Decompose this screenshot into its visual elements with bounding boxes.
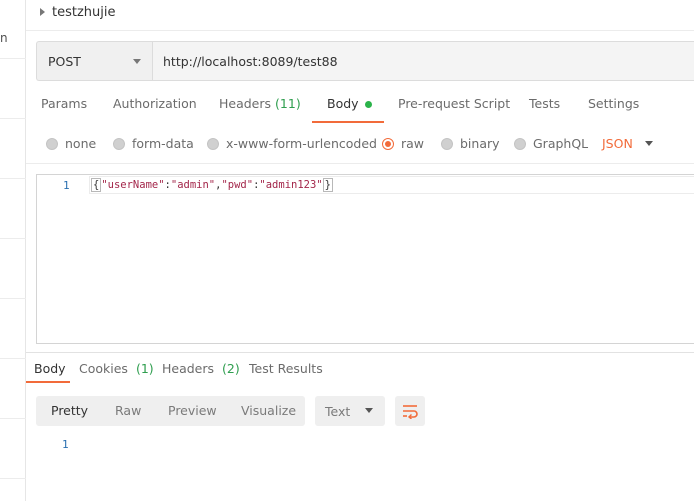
radio-label: binary — [460, 136, 500, 151]
response-format-select[interactable]: Text — [315, 396, 385, 426]
active-tab-indicator — [312, 121, 384, 123]
radio-icon — [514, 137, 526, 150]
response-view-toolbar: Pretty Raw Preview Visualize Text — [36, 396, 425, 426]
view-raw-button[interactable]: Raw — [115, 403, 141, 418]
sidebar-divider — [0, 178, 26, 179]
radio-label: x-www-form-urlencoded — [226, 136, 377, 151]
response-line-number: 1 — [62, 438, 69, 451]
tab-label: Pre-request Script — [398, 96, 511, 111]
tab-count: (11) — [275, 96, 301, 111]
radio-label: none — [65, 136, 97, 151]
tab-cookies[interactable]: Cookies (1) — [79, 361, 154, 376]
line-number: 1 — [63, 179, 70, 192]
radio-form-data[interactable]: form-data — [113, 136, 194, 151]
view-visualize-button[interactable]: Visualize — [241, 403, 296, 418]
tab-pre-request-script[interactable]: Pre-request Script — [398, 96, 510, 122]
json-key: "pwd" — [221, 179, 254, 191]
radio-label: form-data — [132, 136, 194, 151]
tab-authorization[interactable]: Authorization — [113, 96, 197, 122]
method-label: POST — [48, 53, 81, 69]
tab-label: Test Results — [249, 361, 323, 376]
request-tabs: Params Authorization Headers (11) Body P… — [26, 96, 694, 122]
tab-label: Body — [327, 96, 359, 111]
radio-label: raw — [401, 136, 425, 151]
tab-label: Headers — [219, 96, 272, 111]
sidebar-divider — [0, 298, 26, 299]
json-value: "admin123" — [259, 179, 323, 191]
radio-none[interactable]: none — [46, 136, 96, 151]
active-tab-indicator — [26, 381, 70, 383]
url-input[interactable]: http://localhost:8089/test88 — [152, 41, 694, 81]
tab-response-body[interactable]: Body — [34, 361, 66, 376]
sidebar-divider — [0, 238, 26, 239]
tab-label: Body — [34, 361, 66, 376]
view-pretty-button[interactable]: Pretty — [51, 403, 88, 418]
response-format-label: Text — [325, 403, 351, 419]
tab-label: Cookies — [79, 361, 128, 376]
radio-label: GraphQL — [533, 136, 589, 151]
body-format-select[interactable]: JSON — [602, 136, 653, 151]
tab-label: Settings — [588, 96, 640, 111]
sidebar-divider — [0, 478, 26, 479]
sidebar-divider — [0, 58, 26, 59]
wrap-lines-icon — [403, 405, 418, 419]
sidebar-item-label[interactable]: n — [0, 31, 8, 45]
json-brace: } — [322, 178, 333, 192]
radio-raw[interactable]: raw — [382, 136, 424, 151]
divider — [26, 163, 694, 164]
tab-label: Authorization — [113, 96, 197, 111]
radio-icon — [207, 137, 219, 150]
tab-label: Params — [41, 96, 88, 111]
tab-params[interactable]: Params — [41, 96, 87, 122]
radio-icon — [113, 137, 125, 150]
tab-settings[interactable]: Settings — [588, 96, 639, 122]
tab-tests[interactable]: Tests — [529, 96, 560, 122]
json-key: "userName" — [101, 179, 165, 191]
sidebar-divider — [0, 118, 26, 119]
chevron-down-icon — [365, 408, 373, 413]
tab-response-headers[interactable]: Headers (2) — [162, 361, 240, 376]
view-mode-group: Pretty Raw Preview Visualize — [36, 396, 305, 426]
chevron-down-icon — [133, 59, 141, 64]
divider — [26, 352, 694, 353]
tab-headers[interactable]: Headers (11) — [219, 96, 301, 122]
body-type-options: none form-data x-www-form-urlencoded raw… — [46, 136, 694, 154]
method-select[interactable]: POST — [36, 41, 152, 81]
tab-label: Tests — [529, 96, 561, 111]
radio-binary[interactable]: binary — [441, 136, 500, 151]
code-line: {"userName":"admin","pwd":"admin123"} — [91, 178, 333, 192]
divider — [26, 30, 694, 31]
tab-body[interactable]: Body — [327, 96, 372, 122]
collection-header[interactable]: testzhujie — [40, 3, 116, 21]
collection-name: testzhujie — [52, 4, 116, 20]
tab-test-results[interactable]: Test Results — [249, 361, 323, 376]
tab-count: (2) — [222, 361, 240, 376]
json-brace: { — [91, 178, 102, 192]
sidebar: n — [0, 0, 26, 501]
response-tabs: Body Cookies (1) Headers (2) Test Result… — [26, 361, 694, 383]
radio-icon — [441, 137, 453, 150]
body-format-label: JSON — [602, 136, 633, 151]
radio-selected-icon — [382, 137, 394, 150]
request-bar: POST http://localhost:8089/test88 — [36, 41, 694, 81]
tab-count: (1) — [135, 361, 154, 376]
sidebar-divider — [0, 358, 26, 359]
status-dot-icon — [364, 101, 372, 108]
sidebar-divider — [0, 418, 26, 419]
caret-right-icon[interactable] — [40, 8, 45, 16]
radio-x-www-form-urlencoded[interactable]: x-www-form-urlencoded — [207, 136, 377, 151]
chevron-down-icon — [644, 141, 653, 146]
body-editor[interactable]: 1 {"userName":"admin","pwd":"admin123"} — [36, 174, 694, 344]
radio-graphql[interactable]: GraphQL — [514, 136, 588, 151]
view-preview-button[interactable]: Preview — [168, 403, 217, 418]
wrap-lines-button[interactable] — [395, 396, 425, 426]
json-value: "admin" — [170, 179, 216, 191]
tab-label: Headers — [162, 361, 215, 376]
radio-icon — [46, 137, 58, 150]
